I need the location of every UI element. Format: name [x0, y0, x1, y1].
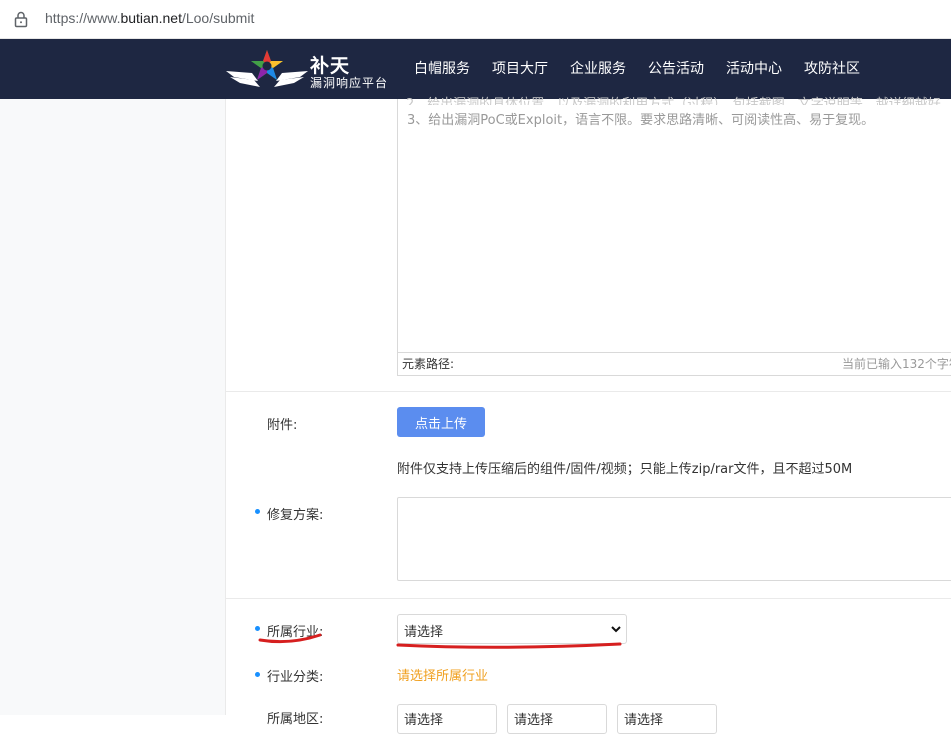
section-divider: [226, 391, 951, 392]
browser-address-bar[interactable]: https://www.butian.net/Loo/submit: [0, 0, 951, 39]
left-sidebar-area: [0, 99, 226, 715]
required-dot: [255, 672, 260, 677]
editor-partial-line: 2、给出漏洞的具体位置，以及漏洞的利用方式（过程），包括截图，文字说明等，越详细…: [406, 97, 946, 105]
site-logo[interactable]: 补天 漏洞响应平台: [222, 47, 392, 93]
element-path-label: 元素路径:: [402, 357, 455, 371]
attachment-label: 附件:: [267, 418, 298, 433]
required-dot: [255, 509, 260, 514]
nav-item-project-hall[interactable]: 项目大厅: [492, 39, 548, 99]
underline-mark-select: [396, 642, 622, 649]
fix-plan-textarea[interactable]: [397, 497, 951, 581]
url-path: /Loo/submit: [181, 10, 255, 26]
upload-hint: 附件仅支持上传压缩后的组件/固件/视频；只能上传zip/rar文件，且不超过50…: [397, 462, 853, 477]
lock-icon: [14, 11, 28, 28]
logo-subtitle: 漏洞响应平台: [310, 76, 389, 90]
main-nav: 白帽服务 项目大厅 企业服务 公告活动 活动中心 攻防社区: [414, 39, 882, 99]
editor-content-line: 3、给出漏洞PoC或Exploit，语言不限。要求思路清晰、可阅读性高、易于复现…: [407, 113, 875, 128]
url-text[interactable]: https://www.butian.net/Loo/submit: [45, 10, 254, 26]
region-label: 所属地区:: [267, 712, 324, 727]
category-hint: 请选择所属行业: [397, 669, 489, 684]
url-prefix: https://www.: [45, 10, 121, 26]
required-dot: [255, 626, 260, 631]
industry-select-value: 请选择: [404, 625, 444, 640]
category-label: 行业分类:: [267, 670, 324, 685]
nav-item-enterprise-services[interactable]: 企业服务: [570, 39, 626, 99]
nav-item-attack-defense-community[interactable]: 攻防社区: [804, 39, 860, 99]
city-select[interactable]: 请选择: [507, 704, 607, 734]
province-select[interactable]: 请选择: [397, 704, 497, 734]
district-select-value: 请选择: [624, 713, 664, 728]
nav-item-activity-center[interactable]: 活动中心: [726, 39, 782, 99]
upload-button[interactable]: 点击上传: [397, 407, 485, 437]
nav-item-announcements[interactable]: 公告活动: [648, 39, 704, 99]
section-divider: [226, 598, 951, 599]
editor-statusbar: 元素路径: 当前已输入132个字符: [398, 352, 951, 375]
top-navigation: 补天 漏洞响应平台 白帽服务 项目大厅 企业服务 公告活动 活动中心 攻防社区: [0, 39, 951, 99]
nav-item-whitehat-services[interactable]: 白帽服务: [414, 39, 470, 99]
detail-editor[interactable]: 2、给出漏洞的具体位置，以及漏洞的利用方式（过程），包括截图，文字说明等，越详细…: [397, 97, 951, 376]
chevron-down-icon: [611, 626, 621, 633]
city-select-value: 请选择: [514, 713, 554, 728]
fix-plan-label: 修复方案:: [267, 508, 324, 523]
url-host: butian.net: [120, 10, 182, 26]
district-select[interactable]: 请选择: [617, 704, 717, 734]
logo-emblem-icon: [226, 50, 308, 87]
industry-select[interactable]: 请选择: [397, 614, 627, 644]
char-count: 当前已输入132个字符: [842, 357, 951, 371]
province-select-value: 请选择: [404, 713, 444, 728]
industry-label: 所属行业:: [267, 625, 324, 640]
